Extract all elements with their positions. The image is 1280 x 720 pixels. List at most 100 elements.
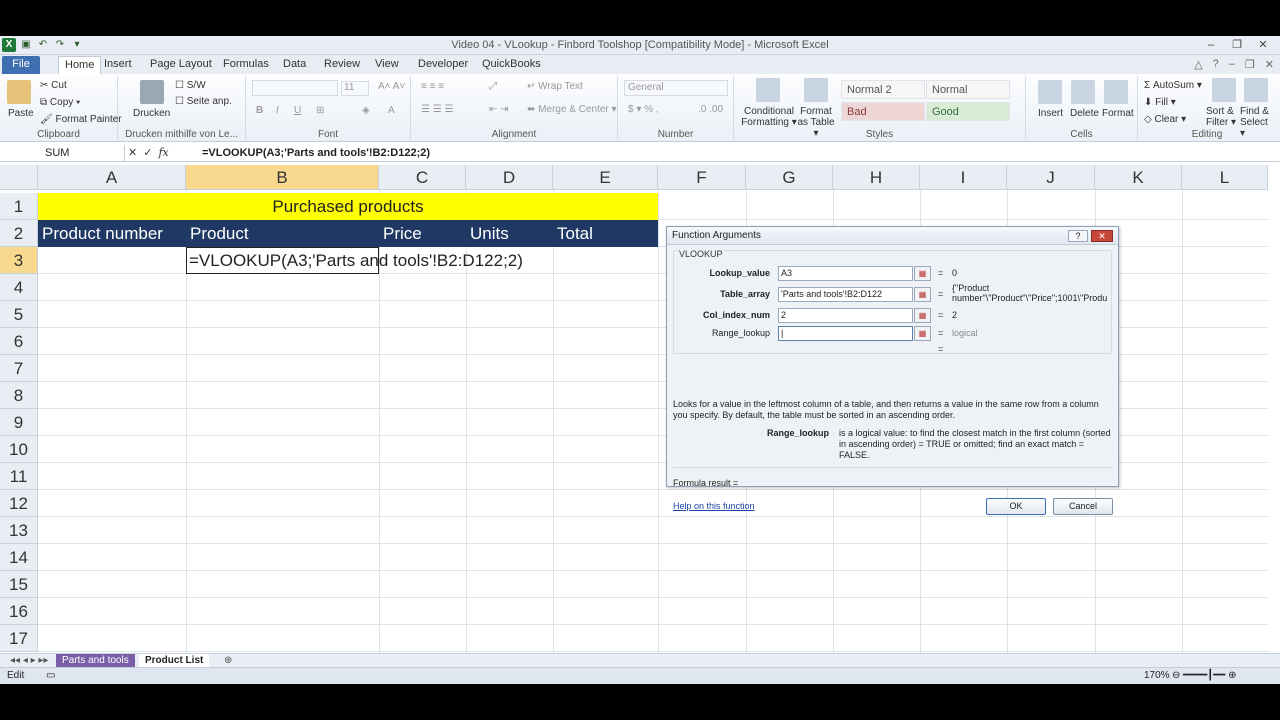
- tab-view[interactable]: View: [369, 56, 405, 74]
- range-picker-icon[interactable]: ▦: [914, 308, 931, 323]
- range-picker-icon[interactable]: ▦: [914, 266, 931, 281]
- column-header-d[interactable]: D: [466, 165, 553, 190]
- close-icon[interactable]: ✕: [1091, 230, 1113, 242]
- autosum-button[interactable]: Σ AutoSum ▾: [1144, 80, 1202, 91]
- column-header-a[interactable]: A: [38, 165, 186, 190]
- range-picker-icon[interactable]: ▦: [914, 326, 931, 341]
- close-icon[interactable]: ✕: [1250, 36, 1276, 54]
- style-bad[interactable]: Bad: [841, 102, 925, 121]
- align-top-icon[interactable]: ≡ ≡ ≡: [421, 81, 444, 92]
- range-lookup-input[interactable]: |: [778, 326, 913, 341]
- fill-button[interactable]: ⬇ Fill ▾: [1144, 97, 1176, 108]
- format-table-button[interactable]: [802, 78, 828, 102]
- column-header-l[interactable]: L: [1182, 165, 1268, 190]
- cell-header-price[interactable]: Price: [383, 220, 422, 247]
- row-header-6[interactable]: 6: [0, 328, 38, 355]
- doc-minimize-icon[interactable]: –: [1229, 58, 1235, 71]
- cell-header-product[interactable]: Product: [190, 220, 249, 247]
- macro-record-icon[interactable]: ▭: [46, 670, 55, 681]
- formula-input[interactable]: =VLOOKUP(A3;'Parts and tools'!B2:D122;2): [202, 145, 430, 161]
- cell-header-units[interactable]: Units: [470, 220, 509, 247]
- fit-page-checkbox[interactable]: ☐ Seite anp.: [175, 96, 232, 107]
- italic-icon[interactable]: I: [276, 105, 279, 116]
- help-link[interactable]: Help on this function: [673, 501, 755, 511]
- column-header-i[interactable]: I: [920, 165, 1007, 190]
- column-header-g[interactable]: G: [746, 165, 833, 190]
- currency-icon[interactable]: $ ▾ % ,: [628, 104, 659, 115]
- table-array-input[interactable]: 'Parts and tools'!B2:D122: [778, 287, 913, 302]
- row-header-10[interactable]: 10: [0, 436, 38, 463]
- tab-file[interactable]: File: [2, 56, 40, 74]
- underline-icon[interactable]: U: [294, 105, 301, 116]
- row-header-1[interactable]: 1: [0, 193, 38, 220]
- doc-close-icon[interactable]: ✕: [1265, 58, 1274, 71]
- borders-icon[interactable]: ⊞: [316, 105, 324, 116]
- format-cells-button[interactable]: [1104, 80, 1128, 104]
- minimize-icon[interactable]: –: [1198, 36, 1224, 54]
- tab-formulas[interactable]: Formulas: [217, 56, 275, 74]
- cell-b3-editing[interactable]: =VLOOKUP(A3;'Parts and tools'!B2:D122;2): [189, 247, 523, 274]
- help-icon[interactable]: ?: [1068, 230, 1088, 242]
- tab-developer[interactable]: Developer: [412, 56, 474, 74]
- row-header-13[interactable]: 13: [0, 517, 38, 544]
- style-good[interactable]: Good: [926, 102, 1010, 121]
- fx-icon[interactable]: fx: [158, 145, 168, 161]
- column-header-c[interactable]: C: [379, 165, 466, 190]
- bw-checkbox[interactable]: ☐ S/W: [175, 80, 206, 91]
- cell-title[interactable]: Purchased products: [38, 193, 658, 220]
- merge-center-button[interactable]: ⬌ Merge & Center ▾: [527, 104, 617, 115]
- tab-home[interactable]: Home: [58, 56, 102, 74]
- clear-button[interactable]: ◇ Clear ▾: [1144, 114, 1186, 125]
- name-box[interactable]: SUM: [0, 145, 125, 161]
- cancel-icon[interactable]: ✕: [128, 145, 137, 161]
- row-header-17[interactable]: 17: [0, 625, 38, 652]
- ribbon-minimize-icon[interactable]: △: [1194, 58, 1202, 71]
- indent-icon[interactable]: ⇤ ⇥: [489, 104, 509, 115]
- fill-color-icon[interactable]: ◈: [362, 105, 370, 116]
- insert-cells-button[interactable]: [1038, 80, 1062, 104]
- column-header-f[interactable]: F: [658, 165, 746, 190]
- doc-restore-icon[interactable]: ❐: [1245, 58, 1255, 71]
- help-icon[interactable]: ?: [1213, 58, 1219, 71]
- row-header-4[interactable]: 4: [0, 274, 38, 301]
- col-index-input[interactable]: 2: [778, 308, 913, 323]
- zoom-slider[interactable]: ⊖ ━━━━┃━━ ⊕: [1172, 670, 1236, 681]
- sort-filter-button[interactable]: [1212, 78, 1236, 102]
- style-normal-2[interactable]: Normal 2: [841, 80, 925, 99]
- orientation-icon[interactable]: ⤢: [489, 81, 497, 92]
- print-button[interactable]: [140, 80, 164, 104]
- cut-button[interactable]: ✂ Cut: [40, 80, 67, 91]
- sheet-nav-arrows-icon[interactable]: ◂◂ ◂ ▸ ▸▸: [4, 654, 54, 667]
- bold-icon[interactable]: B: [256, 105, 263, 116]
- cancel-button[interactable]: Cancel: [1053, 498, 1113, 515]
- font-size-dropdown[interactable]: 11: [341, 81, 369, 96]
- cell-header-total[interactable]: Total: [557, 220, 593, 247]
- lookup-value-input[interactable]: A3: [778, 266, 913, 281]
- row-header-16[interactable]: 16: [0, 598, 38, 625]
- tab-quickbooks[interactable]: QuickBooks: [476, 56, 547, 74]
- column-header-j[interactable]: J: [1007, 165, 1095, 190]
- wrap-text-button[interactable]: ↵ Wrap Text: [527, 81, 583, 92]
- row-header-5[interactable]: 5: [0, 301, 38, 328]
- delete-cells-button[interactable]: [1071, 80, 1095, 104]
- paste-button[interactable]: [7, 80, 31, 104]
- tab-page-layout[interactable]: Page Layout: [144, 56, 218, 74]
- row-header-3[interactable]: 3: [0, 247, 38, 274]
- enter-icon[interactable]: ✓: [143, 145, 152, 161]
- cell-header-product-number[interactable]: Product number: [42, 220, 163, 247]
- align-left-icon[interactable]: ☰ ☰ ☰: [421, 104, 453, 115]
- range-picker-icon[interactable]: ▦: [914, 287, 931, 302]
- row-header-15[interactable]: 15: [0, 571, 38, 598]
- insert-sheet-icon[interactable]: ⊕: [218, 654, 238, 667]
- row-header-11[interactable]: 11: [0, 463, 38, 490]
- font-name-dropdown[interactable]: [252, 80, 338, 96]
- tab-review[interactable]: Review: [318, 56, 366, 74]
- format-painter-button[interactable]: 🖌 Format Painter: [40, 114, 122, 125]
- row-header-12[interactable]: 12: [0, 490, 38, 517]
- zoom-level[interactable]: 170%: [1144, 670, 1170, 681]
- number-format-dropdown[interactable]: General: [624, 80, 728, 96]
- sheet-tab-parts-and-tools[interactable]: Parts and tools: [56, 654, 135, 667]
- font-color-icon[interactable]: A: [388, 105, 395, 116]
- grow-font-icon[interactable]: A˄ A˅: [378, 81, 405, 92]
- row-header-7[interactable]: 7: [0, 355, 38, 382]
